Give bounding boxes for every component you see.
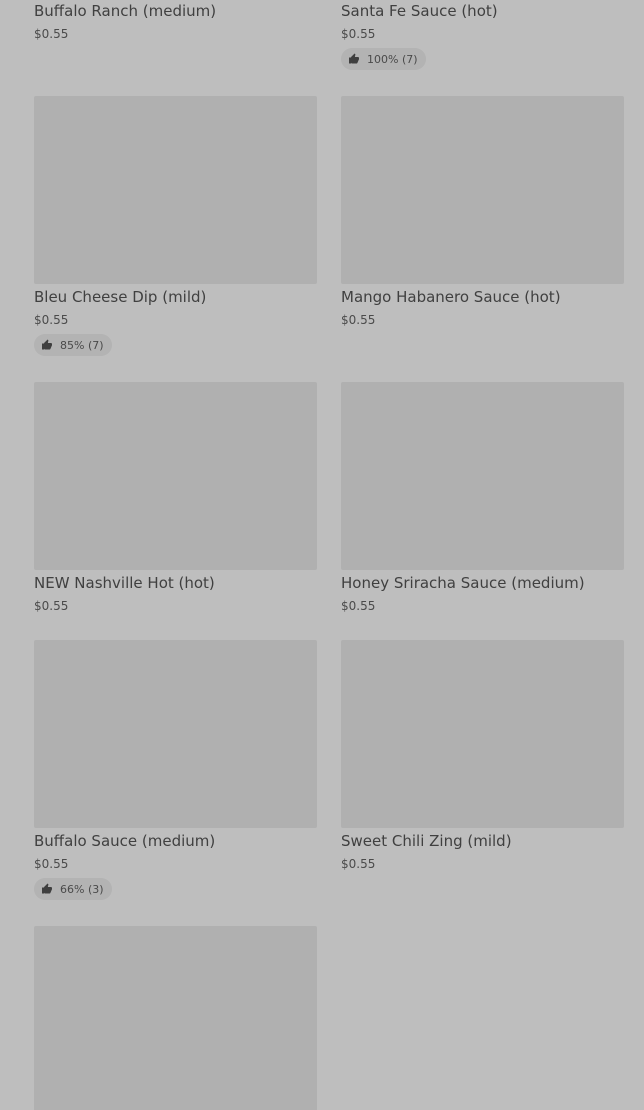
menu-item-title: Buffalo Ranch (medium) bbox=[34, 2, 217, 20]
menu-item-price: $0.55 bbox=[341, 857, 376, 871]
menu-item-image bbox=[341, 640, 624, 828]
menu-item-image bbox=[34, 96, 317, 284]
menu-item-image bbox=[34, 640, 317, 828]
menu-item-grid: Buffalo Ranch (medium) $0.55 Santa Fe Sa… bbox=[0, 0, 644, 1110]
menu-item-title: Mango Habanero Sauce (hot) bbox=[341, 288, 561, 306]
menu-item-price: $0.55 bbox=[341, 599, 376, 613]
thumbs-up-icon bbox=[40, 338, 54, 352]
menu-item-image bbox=[341, 382, 624, 570]
menu-item-title: Bleu Cheese Dip (mild) bbox=[34, 288, 207, 306]
menu-item-card-partial[interactable] bbox=[34, 926, 317, 1110]
menu-item-title: NEW Nashville Hot (hot) bbox=[34, 574, 215, 592]
rating-text: 66% (3) bbox=[60, 882, 104, 896]
rating-badge: 100% (7) bbox=[341, 48, 426, 70]
menu-item-price: $0.55 bbox=[34, 599, 69, 613]
thumbs-up-icon bbox=[40, 882, 54, 896]
menu-item-title: Santa Fe Sauce (hot) bbox=[341, 2, 498, 20]
menu-item-image bbox=[34, 926, 317, 1110]
rating-badge: 66% (3) bbox=[34, 878, 112, 900]
menu-item-price: $0.55 bbox=[341, 313, 376, 327]
menu-item-title: Buffalo Sauce (medium) bbox=[34, 832, 216, 850]
menu-item-price: $0.55 bbox=[34, 857, 69, 871]
menu-item-title: Honey Sriracha Sauce (medium) bbox=[341, 574, 585, 592]
thumbs-up-icon bbox=[347, 52, 361, 66]
rating-text: 100% (7) bbox=[367, 52, 418, 66]
menu-item-price: $0.55 bbox=[34, 313, 69, 327]
menu-item-image bbox=[341, 96, 624, 284]
menu-item-title: Sweet Chili Zing (mild) bbox=[341, 832, 512, 850]
menu-item-price: $0.55 bbox=[341, 27, 376, 41]
menu-item-image bbox=[34, 382, 317, 570]
rating-badge: 85% (7) bbox=[34, 334, 112, 356]
rating-text: 85% (7) bbox=[60, 338, 104, 352]
menu-item-price: $0.55 bbox=[34, 27, 69, 41]
